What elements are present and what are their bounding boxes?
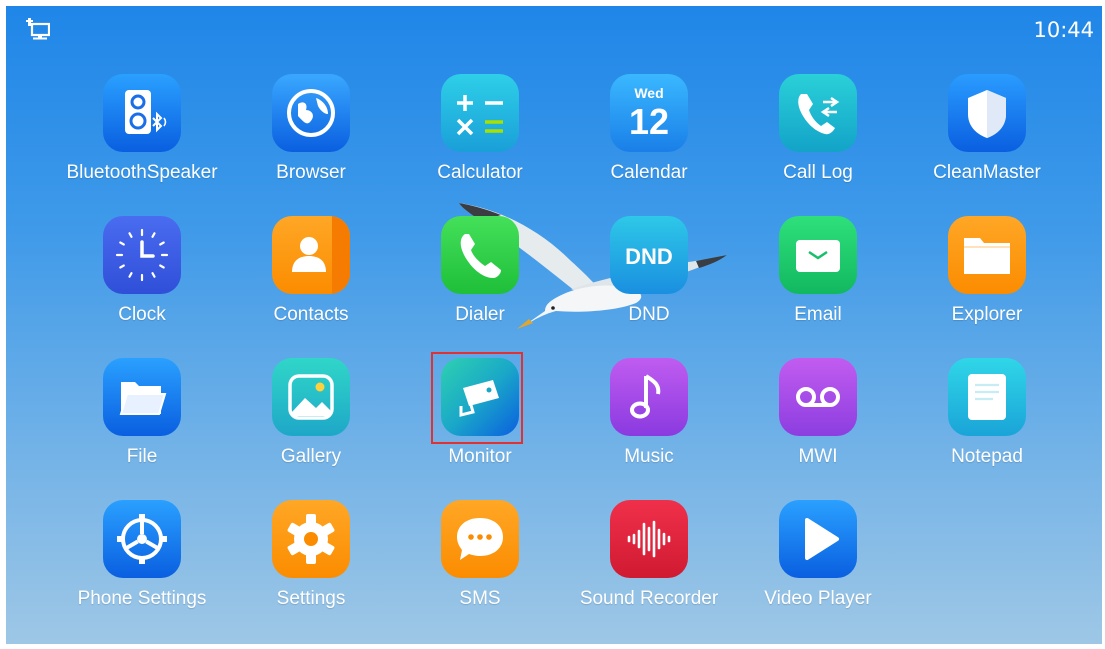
app-clean-master[interactable]: CleanMaster [912, 74, 1062, 204]
app-file[interactable]: File [67, 358, 217, 488]
app-video-player[interactable]: Video Player [743, 500, 893, 630]
notepad-icon [948, 358, 1026, 436]
app-label: Email [794, 304, 842, 325]
app-label: MWI [798, 446, 838, 467]
dnd-badge-text: DND [625, 244, 673, 269]
app-mwi[interactable]: MWI [743, 358, 893, 488]
steering-gear-icon [103, 500, 181, 578]
dnd-icon: DND [610, 216, 688, 294]
contacts-icon [272, 216, 350, 294]
app-label: Contacts [273, 304, 349, 325]
app-label: Phone Settings [77, 588, 207, 609]
app-label: Video Player [764, 588, 872, 609]
file-folder-icon [103, 358, 181, 436]
phone-icon [441, 216, 519, 294]
app-label: Music [624, 446, 674, 467]
app-dialer[interactable]: Dialer [405, 216, 555, 346]
app-gallery[interactable]: Gallery [236, 358, 386, 488]
folder-icon [948, 216, 1026, 294]
sound-wave-icon [610, 500, 688, 578]
gear-icon [272, 500, 350, 578]
app-contacts[interactable]: Contacts [236, 216, 386, 346]
app-label: SMS [459, 588, 501, 609]
app-label: Dialer [455, 304, 505, 325]
app-label: Gallery [280, 446, 342, 467]
clock-icon [103, 216, 181, 294]
app-label: Calendar [610, 162, 688, 183]
gallery-icon [272, 358, 350, 436]
app-label: Sound Recorder [579, 588, 719, 609]
app-label: Notepad [951, 446, 1023, 467]
calculator-icon [441, 74, 519, 152]
app-monitor[interactable]: Monitor [405, 358, 555, 488]
app-settings[interactable]: Settings [236, 500, 386, 630]
call-log-icon [779, 74, 857, 152]
app-explorer[interactable]: Explorer [912, 216, 1062, 346]
app-browser[interactable]: Browser [236, 74, 386, 204]
app-label: Explorer [951, 304, 1023, 325]
app-dnd[interactable]: DND DND [574, 216, 724, 346]
app-call-log[interactable]: Call Log [743, 74, 893, 204]
shield-icon [948, 74, 1026, 152]
app-label: Monitor [448, 446, 512, 467]
app-clock[interactable]: Clock [67, 216, 217, 346]
app-label: BluetoothSpeaker [66, 162, 218, 183]
app-sound-recorder[interactable]: Sound Recorder [574, 500, 724, 630]
app-phone-settings[interactable]: Phone Settings [67, 500, 217, 630]
calendar-date: 12 [629, 101, 669, 142]
app-bluetooth-speaker[interactable]: BluetoothSpeaker [66, 74, 218, 204]
ethernet-icon [26, 18, 50, 40]
app-label: CleanMaster [933, 162, 1041, 183]
status-time: 10:44 [1033, 18, 1094, 42]
app-notepad[interactable]: Notepad [912, 358, 1062, 488]
app-music[interactable]: Music [574, 358, 724, 488]
app-label: File [126, 446, 158, 467]
envelope-icon [779, 216, 857, 294]
calendar-day: Wed [634, 85, 663, 101]
bluetooth-speaker-icon [103, 74, 181, 152]
globe-icon [272, 74, 350, 152]
calendar-icon: Wed 12 [610, 74, 688, 152]
home-screen: 10:44 BluetoothSpeaker Browser Calculato… [6, 6, 1102, 644]
chat-bubble-icon [441, 500, 519, 578]
app-calendar[interactable]: Wed 12 Calendar [574, 74, 724, 204]
play-icon [779, 500, 857, 578]
app-label: Clock [118, 304, 166, 325]
voicemail-icon [779, 358, 857, 436]
app-email[interactable]: Email [743, 216, 893, 346]
app-sms[interactable]: SMS [405, 500, 555, 630]
app-label: DND [628, 304, 670, 325]
app-label: Settings [276, 588, 346, 609]
status-bar: 10:44 [6, 6, 1102, 50]
app-calculator[interactable]: Calculator [405, 74, 555, 204]
app-label: Call Log [783, 162, 853, 183]
app-label: Calculator [437, 162, 523, 183]
app-label: Browser [276, 162, 346, 183]
security-camera-icon [441, 358, 519, 436]
music-note-icon [610, 358, 688, 436]
